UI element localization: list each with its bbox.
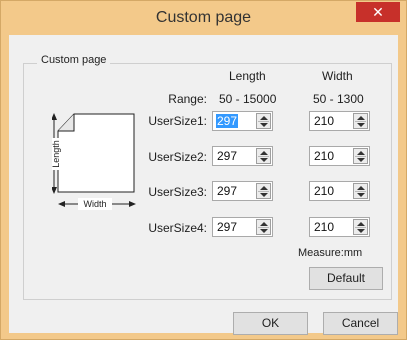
usersize1-width-value[interactable]: 210 [314,114,334,128]
spin-down-icon[interactable] [357,229,365,233]
spin-separator [355,156,366,157]
page-size-illustration: Length Width [52,113,136,210]
usersize2-width-value[interactable]: 210 [314,149,334,163]
spin-up-icon[interactable] [357,222,365,226]
spin-up-icon[interactable] [260,151,268,155]
usersize3-width-value[interactable]: 210 [314,184,334,198]
spin-up-icon[interactable] [357,151,365,155]
dialog-title: Custom page [155,9,252,26]
ok-button[interactable]: OK [233,312,308,335]
usersize4-length-spin-buttons[interactable] [256,219,271,235]
spin-down-icon[interactable] [260,123,268,127]
page-sheet-icon [57,113,135,193]
width-range-value: 50 - 1300 [313,92,364,106]
spin-separator [355,121,366,122]
usersize1-width-spin-buttons[interactable] [353,113,368,129]
width-illustration-label: Width [83,199,106,209]
groupbox-label: Custom page [37,54,111,66]
usersize4-width-spin-buttons[interactable] [353,219,368,235]
usersize2-width-spinbox[interactable]: 210 [309,146,370,166]
usersize1-length-spinbox[interactable]: 297 [212,111,273,131]
length-illustration-label: Length [52,140,61,168]
measure-unit-label: Measure:mm [298,247,363,259]
spin-separator [258,121,269,122]
usersize3-length-spinbox[interactable]: 297 [212,181,273,201]
spin-up-icon[interactable] [260,222,268,226]
usersize1-label: UserSize1: [148,114,207,128]
spin-up-icon[interactable] [357,116,365,120]
spin-separator [355,191,366,192]
spin-up-icon[interactable] [260,116,268,120]
usersize4-width-value[interactable]: 210 [314,220,334,234]
spin-down-icon[interactable] [260,193,268,197]
usersize2-width-spin-buttons[interactable] [353,148,368,164]
usersize2-length-value[interactable]: 297 [217,149,237,163]
length-column-header: Length [229,69,266,83]
usersize2-length-spin-buttons[interactable] [256,148,271,164]
spin-up-icon[interactable] [260,186,268,190]
spin-up-icon[interactable] [357,186,365,190]
usersize4-width-spinbox[interactable]: 210 [309,217,370,237]
usersize3-width-spinbox[interactable]: 210 [309,181,370,201]
usersize4-length-value[interactable]: 297 [217,220,237,234]
range-label: Range: [168,92,207,106]
usersize4-length-spinbox[interactable]: 297 [212,217,273,237]
usersize3-label: UserSize3: [148,185,207,199]
spin-down-icon[interactable] [357,158,365,162]
usersize1-width-spinbox[interactable]: 210 [309,111,370,131]
spin-down-icon[interactable] [260,229,268,233]
usersize4-label: UserSize4: [148,221,207,235]
spin-down-icon[interactable] [260,158,268,162]
spin-separator [258,227,269,228]
close-icon: ✕ [372,4,384,20]
spin-separator [355,227,366,228]
spin-separator [258,156,269,157]
usersize1-length-value[interactable]: 297 [216,114,239,128]
title-bar[interactable]: Custom page ✕ [1,1,406,35]
default-button[interactable]: Default [309,267,383,290]
cancel-button[interactable]: Cancel [323,312,398,335]
width-column-header: Width [322,69,353,83]
usersize3-length-value[interactable]: 297 [217,184,237,198]
usersize2-length-spinbox[interactable]: 297 [212,146,273,166]
spin-separator [258,191,269,192]
spin-down-icon[interactable] [357,123,365,127]
usersize2-label: UserSize2: [148,150,207,164]
close-button[interactable]: ✕ [356,2,400,22]
usersize3-width-spin-buttons[interactable] [353,183,368,199]
usersize3-length-spin-buttons[interactable] [256,183,271,199]
usersize1-length-spin-buttons[interactable] [256,113,271,129]
length-range-value: 50 - 15000 [219,92,277,106]
spin-down-icon[interactable] [357,193,365,197]
